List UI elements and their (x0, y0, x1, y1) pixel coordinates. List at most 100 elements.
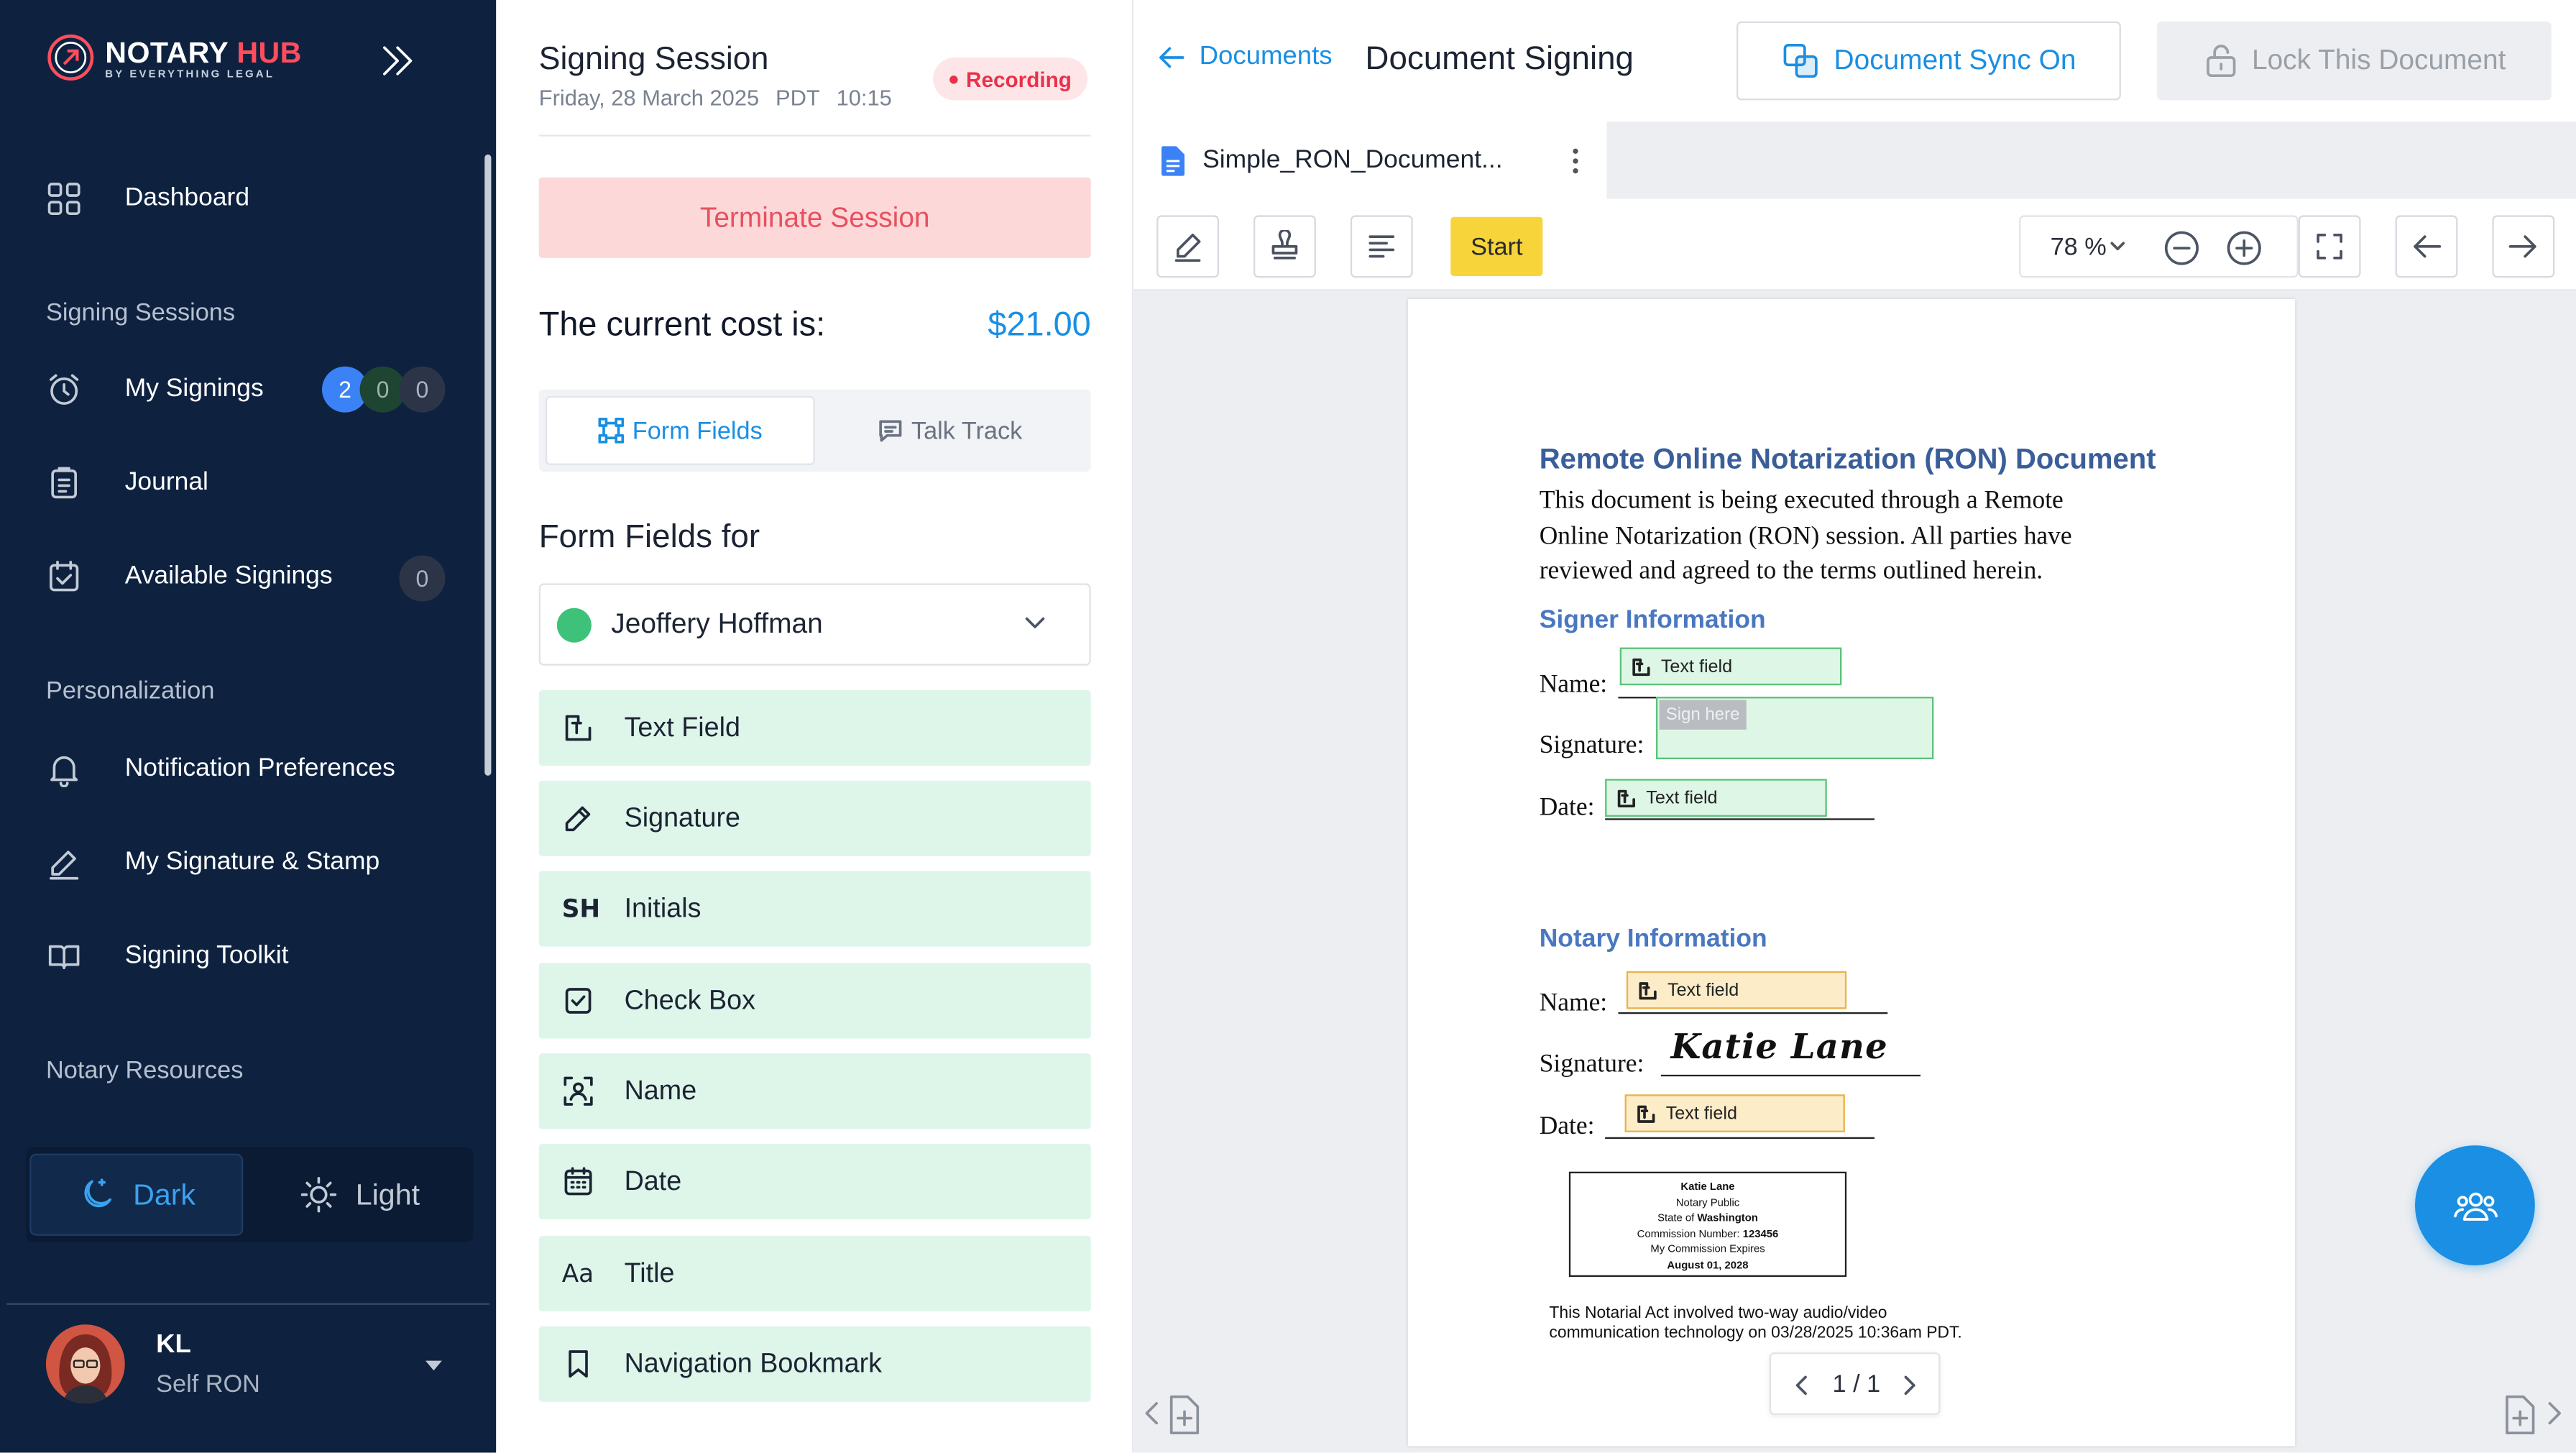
sidebar-item-my-signature-stamp[interactable]: My Signature & Stamp (46, 830, 456, 895)
previous-page-button[interactable] (2395, 215, 2458, 278)
chevron-right-icon[interactable] (1903, 1374, 1918, 1397)
field-check-box[interactable]: Check Box (538, 963, 1091, 1039)
signer-name-text-field[interactable]: Text field (1619, 647, 1842, 686)
alarm-clock-icon (46, 372, 82, 408)
zoom-value[interactable]: 78 % (2051, 234, 2107, 262)
notary-name-line (1618, 1012, 1888, 1014)
tab-talk-track[interactable]: Talk Track (815, 396, 1085, 465)
next-page-button[interactable] (2492, 215, 2555, 278)
zoom-out-icon[interactable] (2163, 230, 2199, 266)
light-theme-label: Light (355, 1177, 420, 1211)
text-field-icon (562, 712, 595, 745)
placeholder-label: Text field (1665, 1103, 1737, 1124)
signer-name: Jeoffery Hoffman (611, 608, 823, 640)
previous-document-icon[interactable] (1144, 1390, 1206, 1436)
field-date[interactable]: Date (538, 1143, 1091, 1220)
file-tab[interactable]: Simple_RON_Document... (1133, 122, 1607, 199)
zoom-dropdown-icon[interactable] (2110, 240, 2126, 253)
pen-signature-icon (46, 845, 82, 881)
sidebar-item-label: Signing Toolkit (124, 941, 289, 970)
field-label: Text Field (624, 712, 740, 742)
sidebar-divider (6, 1303, 490, 1305)
footer-line: This Notarial Act involved two-way audio… (1549, 1304, 1887, 1324)
page-title: Document Signing (1365, 41, 1634, 78)
annotate-pen-button[interactable] (1156, 215, 1220, 278)
sidebar-item-signing-toolkit[interactable]: Signing Toolkit (46, 924, 456, 989)
panel-tabs: Form Fields Talk Track (538, 389, 1091, 472)
sidebar-item-journal[interactable]: Journal (46, 450, 456, 515)
fullscreen-button[interactable] (2298, 215, 2361, 278)
document-sync-button[interactable]: Document Sync On (1736, 21, 2121, 101)
placeholder-label: Text field (1646, 788, 1718, 808)
calendar-icon (562, 1165, 595, 1198)
field-navigation-bookmark[interactable]: Navigation Bookmark (538, 1326, 1091, 1402)
text-field-icon (1637, 1104, 1656, 1123)
field-label: Navigation Bookmark (624, 1348, 883, 1378)
calendar-check-icon (46, 559, 82, 595)
notary-date-text-field[interactable]: Text field (1624, 1094, 1845, 1132)
field-name[interactable]: Name (538, 1053, 1091, 1129)
zoom-controls: 78 % (2019, 215, 2299, 278)
bookmark-icon (562, 1347, 595, 1380)
signer-sign-here-field[interactable]: Sign here (1656, 697, 1934, 759)
user-initials: KL (156, 1331, 191, 1360)
users-group-icon (2452, 1187, 2498, 1223)
arrow-left-icon (1156, 45, 1186, 71)
sidebar-scrollbar[interactable] (484, 154, 492, 776)
signer-date-text-field[interactable]: Text field (1605, 779, 1827, 817)
signer-select[interactable]: Jeoffery Hoffman (538, 583, 1091, 666)
user-frame-icon (562, 1075, 595, 1108)
terminate-session-button[interactable]: Terminate Session (538, 177, 1091, 258)
session-title: Signing Session (538, 41, 769, 78)
recording-dot-icon (949, 75, 958, 83)
stamp-button[interactable] (1254, 215, 1316, 278)
session-datetime: Friday, 28 March 2025 PDT 10:15 (539, 86, 892, 110)
intro-line: This document is being executed through … (1539, 486, 2064, 515)
back-to-documents-link[interactable]: Documents (1156, 42, 1333, 72)
light-theme-button[interactable]: Light (253, 1154, 466, 1236)
lock-document-button[interactable]: Lock This Document (2157, 21, 2552, 101)
form-fields-for-heading: Form Fields for (538, 519, 760, 556)
sync-copy-icon (1781, 41, 1821, 81)
participants-button[interactable] (2415, 1145, 2535, 1266)
notary-signature-line (1660, 1074, 1920, 1077)
sidebar-item-notification-preferences[interactable]: Notification Preferences (46, 736, 456, 802)
next-document-icon[interactable] (2503, 1390, 2566, 1436)
dark-theme-button[interactable]: Dark (29, 1153, 244, 1236)
start-button[interactable]: Start (1450, 216, 1543, 277)
field-text-field[interactable]: Text Field (538, 690, 1091, 766)
field-initials[interactable]: SH Initials (538, 871, 1091, 947)
notary-signature: Katie Lane (1670, 1025, 1888, 1067)
section-label-notary-resources: Notary Resources (46, 1056, 244, 1085)
sun-icon (300, 1175, 339, 1214)
more-vertical-icon[interactable] (1572, 148, 1578, 175)
field-title[interactable]: Aa Title (538, 1235, 1091, 1312)
sidebar-item-label: Available Signings (124, 562, 333, 590)
recording-badge: Recording (933, 58, 1088, 101)
align-text-button[interactable] (1350, 215, 1413, 278)
notary-name-text-field[interactable]: Text field (1626, 971, 1847, 1009)
stamp-expires: August 01, 2028 (1667, 1260, 1749, 1272)
field-signature[interactable]: Signature (538, 780, 1091, 856)
user-menu-caret-icon[interactable] (424, 1357, 443, 1374)
page-navigator: 1 / 1 (1769, 1352, 1941, 1416)
signer-heading: Signer Information (1539, 606, 1766, 635)
sidebar-item-dashboard[interactable]: Dashboard (46, 166, 456, 232)
form-fields-icon (598, 418, 625, 444)
font-aa-icon: Aa (561, 1258, 594, 1289)
zoom-in-icon[interactable] (2226, 230, 2262, 266)
notary-name-label: Name: (1539, 989, 1608, 1017)
notary-date-label: Date: (1539, 1112, 1595, 1141)
sidebar-item-available-signings[interactable]: Available Signings (46, 544, 456, 610)
tab-form-fields[interactable]: Form Fields (545, 395, 815, 465)
align-left-icon (1365, 230, 1398, 263)
session-timezone: PDT (776, 85, 820, 111)
avatar[interactable] (46, 1324, 125, 1404)
user-role: Self RON (156, 1370, 260, 1399)
theme-switcher: Dark Light (26, 1147, 474, 1243)
field-label: Check Box (624, 985, 755, 1015)
collapse-sidebar-icon[interactable] (378, 42, 418, 78)
notary-date-line (1605, 1137, 1874, 1140)
fullscreen-icon (2317, 234, 2343, 260)
chevron-left-icon[interactable] (1794, 1374, 1809, 1397)
